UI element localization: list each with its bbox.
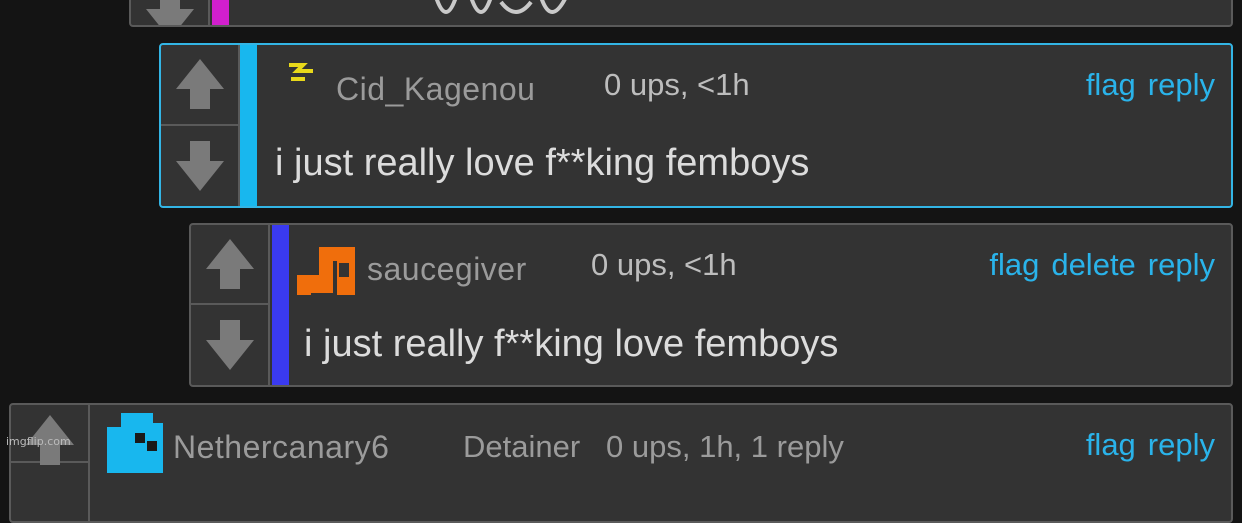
upvote-arrow-icon [175, 59, 224, 110]
comment-username[interactable]: Cid_Kagenou [336, 71, 535, 108]
lightning-bolt-icon [289, 63, 313, 81]
comment-username[interactable]: saucegiver [367, 251, 527, 288]
comment-actions: flag delete reply [989, 247, 1215, 283]
flag-link[interactable]: flag [1086, 67, 1136, 103]
downvote-button[interactable] [191, 305, 268, 385]
comment-card: saucegiver 0 ups, <1h flag delete reply … [189, 223, 1233, 387]
comment-meta: 0 ups, <1h [591, 247, 737, 282]
partial-text-icon [435, 0, 567, 14]
comment-card [129, 0, 1233, 27]
flag-link[interactable]: flag [1086, 427, 1136, 463]
comment-meta: 0 ups, <1h [604, 67, 750, 102]
downvote-arrow-icon [145, 0, 194, 25]
delete-link[interactable]: delete [1051, 247, 1135, 283]
thread-stripe [212, 0, 229, 25]
comment-actions: flag reply [1086, 67, 1215, 103]
thread-stripe [92, 405, 96, 521]
vote-column [161, 45, 240, 206]
thread-stripe [240, 45, 257, 206]
downvote-button[interactable] [161, 126, 238, 207]
comment-body: i just really f**king love femboys [304, 323, 839, 365]
comment-meta: Detainer 0 ups, 1h, 1 reply [463, 429, 844, 464]
upvote-arrow-icon [205, 239, 254, 289]
reply-link[interactable]: reply [1148, 67, 1215, 103]
reply-link[interactable]: reply [1148, 247, 1215, 283]
comment-username[interactable]: Nethercanary6 [173, 429, 389, 466]
orange-pixel-avatar-icon [297, 247, 355, 295]
downvote-button[interactable] [131, 0, 208, 25]
vote-column [11, 405, 90, 521]
upvote-button[interactable] [11, 405, 88, 465]
blue-pixel-avatar-icon [107, 413, 163, 473]
reply-link[interactable]: reply [1148, 427, 1215, 463]
upvote-button[interactable] [191, 225, 268, 305]
downvote-arrow-icon [205, 320, 254, 370]
vote-column [191, 225, 270, 385]
vote-column [131, 0, 210, 25]
comment-card: Nethercanary6 Detainer 0 ups, 1h, 1 repl… [9, 403, 1233, 523]
watermark: imgflip.com [6, 435, 71, 448]
upvote-button[interactable] [161, 45, 238, 126]
flag-link[interactable]: flag [989, 247, 1039, 283]
thread-stripe [272, 225, 289, 385]
downvote-arrow-icon [175, 140, 224, 191]
comment-actions: flag reply [1086, 427, 1215, 463]
comment-body: i just really love f**king femboys [275, 142, 810, 184]
comment-card: Cid_Kagenou 0 ups, <1h flag reply i just… [159, 43, 1233, 208]
